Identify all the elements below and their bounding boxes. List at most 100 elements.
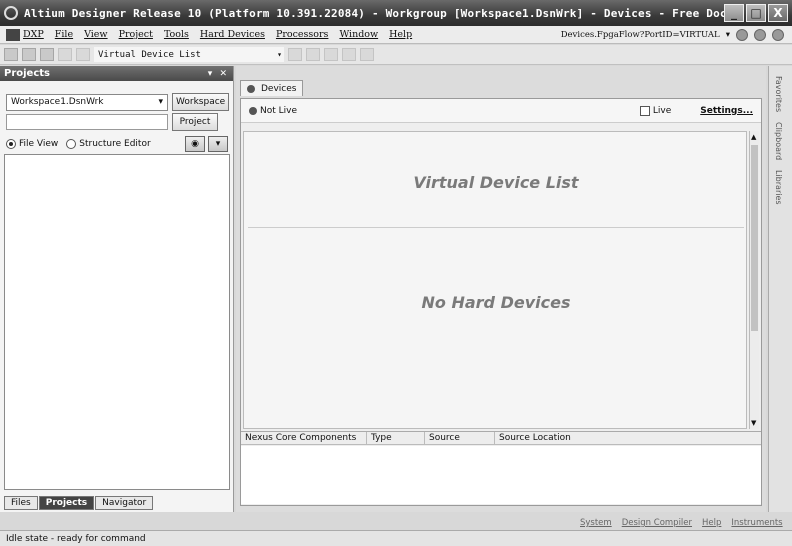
new-icon[interactable] [4,48,18,61]
main-document-area: Devices Not Live Live Settings... Virtua… [236,66,766,512]
hard-devices-area: No Hard Devices [248,234,744,424]
menu-view[interactable]: View [84,29,108,40]
status-indicator-icon [249,106,257,115]
chevron-down-icon: ▾ [158,97,163,107]
forward-icon[interactable] [754,28,766,41]
vertical-scrollbar[interactable]: ▲ ▼ [749,131,759,429]
menu-hard-devices[interactable]: Hard Devices [200,29,265,40]
panel-tabs: Files Projects Navigator [4,494,154,510]
save-icon[interactable] [40,48,54,61]
compile-icon[interactable]: ◉ [185,136,205,152]
view-selector-value: Virtual Device List [98,49,201,60]
live-checkbox-label: Live [652,105,672,116]
virtual-device-list-area: Virtual Device List [248,138,744,228]
col-nexus-core-components[interactable]: Nexus Core Components [241,432,367,444]
window-controls: _ □ X [724,4,788,22]
projects-panel-title: Projects [4,68,51,79]
status-text: Idle state - ready for command [6,533,146,544]
tab-devices[interactable]: Devices [240,80,304,96]
live-checkbox[interactable] [639,105,650,116]
menu-window[interactable]: Window [339,29,378,40]
refresh-icon[interactable] [288,48,302,61]
tab-projects[interactable]: Projects [38,496,95,510]
side-panel-strip: Favorites Clipboard Libraries [768,66,792,512]
home-icon[interactable] [772,28,784,41]
run-icon[interactable] [306,48,320,61]
open-icon[interactable] [22,48,36,61]
tab-favorites[interactable]: Favorites [774,76,783,112]
dxp-icon [6,28,20,41]
link-instruments[interactable]: Instruments [731,518,782,528]
status-bar: Idle state - ready for command [0,530,792,546]
scroll-up-icon[interactable]: ▲ [751,133,756,141]
reset-icon[interactable] [360,48,374,61]
structure-editor-label: Structure Editor [79,139,151,149]
tab-navigator[interactable]: Navigator [95,496,154,510]
structure-editor-radio[interactable] [66,139,77,149]
workspace-select[interactable]: Workspace1.DsnWrk ▾ [6,93,168,111]
tab-devices-label: Devices [261,83,297,94]
col-type[interactable]: Type [367,432,425,444]
back-icon[interactable] [736,28,748,41]
toolbar: Virtual Device List ▾ [0,45,792,65]
link-system[interactable]: System [580,518,612,528]
projects-panel-header: Projects ▾ ✕ [0,66,233,81]
project-input[interactable] [6,114,168,130]
virtual-device-list-label: Virtual Device List [413,173,579,192]
live-status-row: Not Live Live Settings... [241,99,761,123]
settings-link[interactable]: Settings... [700,106,753,116]
col-source-location[interactable]: Source Location [495,432,761,444]
view-selector[interactable]: Virtual Device List ▾ [94,47,284,62]
stop-icon[interactable] [342,48,356,61]
zoom-icon[interactable] [76,48,90,61]
no-hard-devices-label: No Hard Devices [421,292,571,312]
tab-files[interactable]: Files [4,496,38,510]
panel-links: System Design Compiler Help Instruments [580,518,783,528]
step-icon[interactable] [324,48,338,61]
menu-bar: DXP File View Project Tools Hard Devices… [0,26,792,44]
tab-libraries[interactable]: Libraries [774,170,783,205]
scroll-down-icon[interactable]: ▼ [751,419,756,427]
address-area: Devices.FpgaFlow?PortID=VIRTUAL ▾ [561,28,792,41]
nexus-table-body[interactable] [241,446,761,504]
menu-project[interactable]: Project [119,29,153,40]
scrollbar-thumb[interactable] [751,145,758,331]
device-chain-pane: Virtual Device List No Hard Devices [243,131,747,429]
nexus-table-header: Nexus Core Components Type Source Source… [241,431,761,445]
address-dropdown-icon[interactable]: ▾ [726,30,730,40]
minimize-button[interactable]: _ [724,4,744,22]
menu-tools[interactable]: Tools [164,29,189,40]
window-title: Altium Designer Release 10 (Platform 10.… [24,6,724,20]
devices-icon [247,84,255,93]
file-view-label: File View [19,139,59,149]
panel-icon-buttons: ◉ ▾ [185,136,228,152]
file-view-radio[interactable] [6,139,16,149]
workspace-row: Workspace1.DsnWrk ▾ Workspace [6,93,230,111]
live-status-text: Not Live [260,105,298,116]
workspace-select-value: Workspace1.DsnWrk [11,97,104,107]
link-design-compiler[interactable]: Design Compiler [622,518,692,528]
close-button[interactable]: X [768,4,788,22]
project-row: Project [6,113,218,131]
menu-dxp[interactable]: DXP [23,29,44,40]
chevron-down-icon: ▾ [277,50,282,59]
address-field[interactable]: Devices.FpgaFlow?PortID=VIRTUAL [561,30,720,40]
print-icon[interactable] [58,48,72,61]
project-tree[interactable] [4,154,230,490]
devices-view: Not Live Live Settings... Virtual Device… [240,98,762,506]
col-source[interactable]: Source [425,432,495,444]
menu-help[interactable]: Help [389,29,412,40]
live-toggle: Live Settings... [639,105,753,116]
menu-file[interactable]: File [55,29,73,40]
view-mode-row: File View Structure Editor ◉ ▾ [6,136,228,152]
options-icon[interactable]: ▾ [208,136,228,152]
menu-processors[interactable]: Processors [276,29,328,40]
tab-clipboard[interactable]: Clipboard [774,122,783,160]
project-button[interactable]: Project [172,113,218,131]
panel-controls[interactable]: ▾ ✕ [208,69,233,79]
maximize-button[interactable]: □ [746,4,766,22]
link-help[interactable]: Help [702,518,721,528]
workspace-button[interactable]: Workspace [172,93,230,111]
title-bar: Altium Designer Release 10 (Platform 10.… [0,0,792,26]
altium-logo-icon [4,6,18,20]
